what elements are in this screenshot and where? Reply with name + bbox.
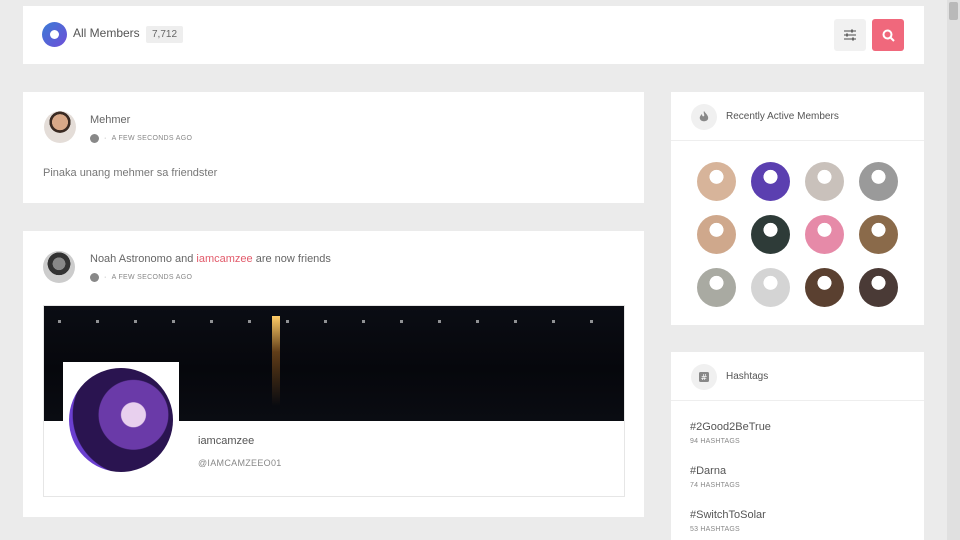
hashtags-widget: # Hashtags #2Good2BeTrue 94 HASHTAGS #Da… <box>671 352 924 540</box>
avatar[interactable] <box>43 251 75 283</box>
member-count-badge: 7,712 <box>146 26 184 43</box>
sliders-icon <box>844 29 856 41</box>
filter-button[interactable] <box>834 19 866 51</box>
separator-dot: · <box>104 135 107 142</box>
hashtag-count: 94 HASHTAGS <box>690 438 740 445</box>
hashtag-count: 74 HASHTAGS <box>690 482 740 489</box>
profile-card[interactable]: iamcamzee @IAMCAMZEEO01 <box>43 305 625 497</box>
feed-post: Noah Astronomo and iamcamzee are now fri… <box>23 231 644 517</box>
post-meta: · A FEW SECONDS AGO <box>90 273 192 282</box>
member-avatar[interactable] <box>697 215 736 254</box>
list-item: #SwitchToSolar 53 HASHTAGS <box>690 509 771 533</box>
widget-title: Hashtags <box>726 371 769 382</box>
post-author[interactable]: Mehmer <box>90 114 130 126</box>
feed-post: Mehmer · A FEW SECONDS AGO Pinaka unang … <box>23 92 644 203</box>
page-scrollbar[interactable] <box>947 0 960 540</box>
post-time: A FEW SECONDS AGO <box>111 274 193 281</box>
globe-icon <box>90 273 99 282</box>
widget-header: Recently Active Members <box>671 92 924 141</box>
globe-icon <box>90 134 99 143</box>
separator-dot: · <box>104 274 107 281</box>
post-author-link[interactable]: Noah Astronomo <box>90 253 172 265</box>
app-logo-icon <box>42 22 67 47</box>
hashtag-link[interactable]: #SwitchToSolar <box>690 509 771 521</box>
profile-photo[interactable] <box>69 368 173 472</box>
list-item: #2Good2BeTrue 94 HASHTAGS <box>690 421 771 445</box>
search-button[interactable] <box>872 19 904 51</box>
member-avatar[interactable] <box>751 162 790 201</box>
post-meta: · A FEW SECONDS AGO <box>90 134 192 143</box>
member-avatar[interactable] <box>859 215 898 254</box>
list-item: #Darna 74 HASHTAGS <box>690 465 771 489</box>
member-avatar[interactable] <box>859 162 898 201</box>
hashtag-count: 53 HASHTAGS <box>690 526 740 533</box>
member-avatar[interactable] <box>697 162 736 201</box>
member-avatar[interactable] <box>805 215 844 254</box>
scrollbar-thumb[interactable] <box>949 2 958 20</box>
post-time: A FEW SECONDS AGO <box>111 135 193 142</box>
activity-text: are now friends <box>252 253 331 265</box>
member-avatar[interactable] <box>859 268 898 307</box>
page-title: All Members <box>73 26 140 40</box>
member-avatar[interactable] <box>697 268 736 307</box>
hashtag-link[interactable]: #2Good2BeTrue <box>690 421 771 433</box>
widget-title: Recently Active Members <box>726 111 839 122</box>
members-header: All Members 7,712 <box>23 6 924 64</box>
profile-photo-frame <box>63 362 179 478</box>
profile-handle: @IAMCAMZEEO01 <box>198 458 282 468</box>
member-avatar[interactable] <box>805 268 844 307</box>
widget-header: # Hashtags <box>671 352 924 401</box>
member-avatar[interactable] <box>751 215 790 254</box>
profile-name[interactable]: iamcamzee <box>198 435 254 447</box>
member-avatar[interactable] <box>805 162 844 201</box>
recently-active-widget: Recently Active Members <box>671 92 924 325</box>
hashtag-list: #2Good2BeTrue 94 HASHTAGS #Darna 74 HASH… <box>690 421 771 540</box>
search-icon <box>882 29 895 42</box>
avatar[interactable] <box>44 111 76 143</box>
flame-icon <box>691 104 717 130</box>
member-avatar[interactable] <box>751 268 790 307</box>
post-author-line: Noah Astronomo and iamcamzee are now fri… <box>90 253 331 265</box>
member-grid <box>697 162 898 307</box>
connector-text: and <box>171 253 197 265</box>
friend-link[interactable]: iamcamzee <box>196 253 252 265</box>
hashtag-link[interactable]: #Darna <box>690 465 771 477</box>
hashtag-icon: # <box>691 364 717 390</box>
post-text: Pinaka unang mehmer sa friendster <box>43 167 218 179</box>
svg-text:#: # <box>701 373 708 382</box>
